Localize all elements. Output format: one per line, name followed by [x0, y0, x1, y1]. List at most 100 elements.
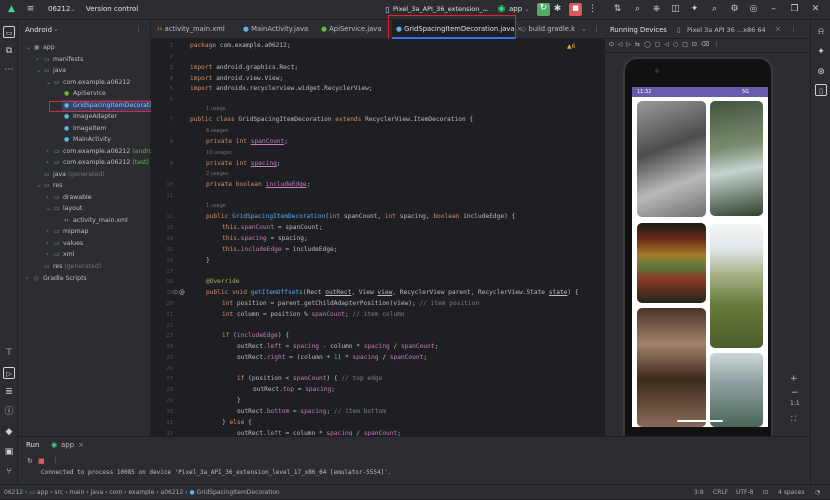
- tree-item-java-generated[interactable]: ▭ java (generated): [44, 169, 105, 180]
- tree-item-drawable[interactable]: › ▭ drawable: [46, 192, 92, 203]
- sdk-manager-icon[interactable]: ⎈: [651, 4, 662, 15]
- tree-item-app[interactable]: ⌄ ▣ app: [26, 42, 55, 53]
- more-icon[interactable]: ⋮: [52, 456, 59, 464]
- usage-hint[interactable]: 1 usage: [206, 106, 226, 112]
- cursor-position[interactable]: 3:8: [694, 485, 704, 500]
- structure-icon[interactable]: ⧉: [3, 45, 15, 57]
- device-control-icons[interactable]: ⏻◁▷⇆◯▢◁○□⊡⌫⋮: [609, 41, 723, 49]
- tree-item-xml[interactable]: › ▭ xml: [46, 249, 74, 260]
- app-run-tab[interactable]: app: [61, 441, 74, 449]
- more-tools-icon[interactable]: ⋯: [3, 64, 15, 76]
- tab-activity-main[interactable]: ‹› activity_main.xml: [153, 20, 241, 39]
- main-menu-icon[interactable]: ≡: [25, 4, 36, 15]
- project-selector[interactable]: 06212: [48, 5, 70, 13]
- device-tab[interactable]: Pixel 3a API 36 ...x86 64: [687, 26, 766, 34]
- device-manager-icon[interactable]: ⌕: [632, 4, 643, 15]
- close-icon[interactable]: ✕: [810, 4, 821, 15]
- device-selector[interactable]: Pixel_3a_API_36_extension_...: [393, 5, 489, 13]
- tree-item-manifests[interactable]: › ▭ manifests: [36, 54, 83, 65]
- gemini-icon[interactable]: ✦: [689, 4, 700, 15]
- grid-image[interactable]: [637, 223, 706, 303]
- tree-item-package[interactable]: ⌄ ▭ com.example.a06212: [46, 77, 130, 88]
- breadcrumb-item[interactable]: com: [109, 489, 122, 496]
- emulator-phone[interactable]: 11:32 5G: [623, 57, 773, 453]
- terminal-icon[interactable]: ▣: [3, 446, 15, 458]
- grid-image[interactable]: [710, 101, 763, 216]
- event-icon[interactable]: ◔: [815, 485, 820, 500]
- zoom-out-icon[interactable]: −: [791, 388, 799, 398]
- grid-image[interactable]: [710, 224, 763, 348]
- run-tool-icon[interactable]: ▷: [3, 367, 15, 379]
- breadcrumb-item[interactable]: GridSpacingItemDecoration: [197, 489, 280, 496]
- indent-setting[interactable]: 4 spaces: [778, 485, 804, 500]
- running-devices-icon[interactable]: ▯: [815, 84, 827, 96]
- fit-screen-icon[interactable]: ⛶: [791, 415, 796, 424]
- tree-item-res[interactable]: ⌄ ▭ res: [36, 180, 62, 191]
- tree-item-activity-main-xml[interactable]: ‹› activity_main.xml: [64, 215, 128, 226]
- breadcrumb-item[interactable]: 06212: [4, 489, 23, 496]
- nav-handle[interactable]: [677, 420, 723, 422]
- vcs-selector[interactable]: Version control: [86, 5, 138, 13]
- tree-item-mipmap[interactable]: › ▭ mipmap: [46, 226, 88, 237]
- tree-item-test[interactable]: › ▭ com.example.a06212 (test): [46, 157, 149, 168]
- breadcrumb-item[interactable]: src: [54, 489, 63, 496]
- tab-mainactivity[interactable]: ● MainActivity.java: [239, 20, 321, 39]
- vcs-icon[interactable]: ⑂: [3, 466, 15, 478]
- file-encoding[interactable]: UTF-8: [736, 485, 754, 500]
- run-config-selector[interactable]: app: [509, 5, 522, 13]
- tree-item-java[interactable]: ⌄ ▭ java: [36, 65, 66, 76]
- breadcrumb-item[interactable]: main: [69, 489, 84, 496]
- account-icon[interactable]: ◎: [748, 4, 759, 15]
- app-quality-icon[interactable]: ◆: [3, 426, 15, 438]
- usage-hint[interactable]: 1 usage: [206, 203, 226, 209]
- more-icon[interactable]: ⋮: [135, 25, 142, 33]
- breadcrumb-item[interactable]: example: [128, 489, 154, 496]
- settings-icon[interactable]: ⚙: [729, 4, 740, 15]
- more-icon[interactable]: ⋮: [593, 25, 600, 33]
- code-editor[interactable]: ▲6 1 2 3 4 5 6 7 8 9 10 11 12 13 14 15 16 17 18 19 20 21 22 23…: [151, 39, 605, 436]
- project-view-selector[interactable]: Android: [25, 26, 52, 34]
- build-icon[interactable]: ⊤: [3, 347, 15, 359]
- usage-hint[interactable]: 2 usages: [206, 171, 228, 177]
- project-tool-icon[interactable]: ▭: [3, 26, 15, 38]
- minimize-icon[interactable]: –: [768, 4, 779, 15]
- phone-screen[interactable]: 11:32 5G: [632, 87, 768, 427]
- tree-item-values[interactable]: › ▭ values: [46, 238, 83, 249]
- rerun-icon[interactable]: ↻: [27, 457, 33, 465]
- sync-icon[interactable]: ⇅: [612, 4, 623, 15]
- usage-hint[interactable]: 10 usages: [206, 150, 232, 156]
- close-icon[interactable]: ×: [775, 25, 781, 33]
- tab-build-gradle[interactable]: ◇ build.gradle.k: [517, 20, 579, 39]
- grid-image[interactable]: [637, 101, 706, 217]
- search-icon[interactable]: ⌕: [709, 4, 720, 15]
- problems-icon[interactable]: ⓘ: [3, 406, 15, 418]
- annotation-gutter-icon[interactable]: @: [179, 289, 185, 296]
- gradle-tool-icon[interactable]: ⊛: [815, 66, 827, 78]
- tree-item-res-generated[interactable]: ▭ res (generated): [44, 261, 101, 272]
- rerun-icon[interactable]: ↻: [537, 3, 550, 16]
- more-icon[interactable]: ⋮: [587, 4, 598, 15]
- tree-item-layout[interactable]: ⌄ ▭ layout: [46, 203, 82, 214]
- grid-image[interactable]: [710, 353, 763, 427]
- profiler-icon[interactable]: ◫: [670, 4, 681, 15]
- grid-image[interactable]: [637, 308, 706, 427]
- lock-icon[interactable]: ⊡: [763, 485, 768, 500]
- override-gutter-icon[interactable]: ⊙: [173, 289, 178, 296]
- tree-item-imageitem[interactable]: ● ImageItem: [64, 123, 106, 134]
- tab-apiservice[interactable]: ● ApiService.java: [317, 20, 393, 39]
- zoom-fit-icon[interactable]: 1:1: [790, 400, 800, 407]
- zoom-in-icon[interactable]: +: [790, 374, 798, 384]
- stop-icon[interactable]: ■: [569, 3, 582, 16]
- breadcrumb-item[interactable]: a06212: [161, 489, 184, 496]
- tree-item-imageadapter[interactable]: ● ImageAdapter: [64, 111, 117, 122]
- more-icon[interactable]: ⋮: [790, 25, 797, 33]
- run-tab[interactable]: Run: [26, 441, 39, 449]
- logcat-icon[interactable]: ≣: [3, 386, 15, 398]
- gemini-icon[interactable]: ✦: [815, 46, 827, 58]
- breadcrumb-item[interactable]: app: [37, 489, 48, 496]
- tree-item-gradle-scripts[interactable]: › ◇ Gradle Scripts: [26, 273, 87, 284]
- warnings-indicator[interactable]: ▲6: [567, 43, 575, 50]
- breadcrumb-item[interactable]: java: [91, 489, 104, 496]
- tree-item-mainactivity[interactable]: ● MainActivity: [64, 134, 111, 145]
- tree-item-apiservice[interactable]: ● ApiService: [64, 88, 106, 99]
